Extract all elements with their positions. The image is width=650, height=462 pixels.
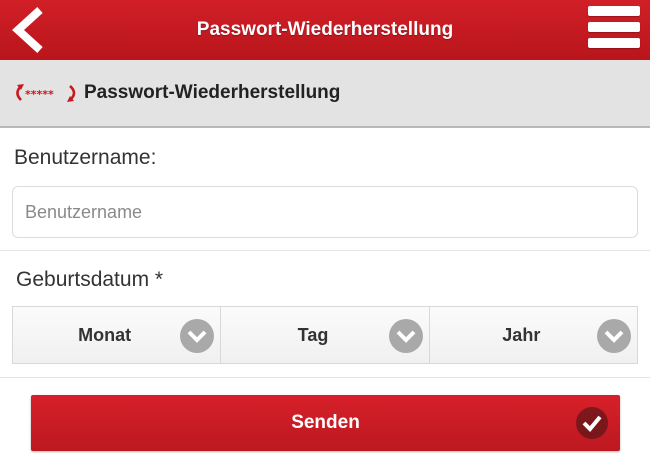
birthdate-label: Geburtsdatum * (16, 268, 164, 291)
check-icon (576, 407, 608, 439)
day-select[interactable]: Tag (220, 307, 429, 363)
send-button[interactable]: Senden (31, 395, 620, 451)
svg-text:*****: ***** (25, 88, 54, 101)
chevron-down-icon (596, 319, 631, 353)
send-button-label: Senden (291, 412, 360, 433)
section-header: ***** Passwort-Wiederherstellung (0, 60, 650, 128)
top-bar: Passwort-Wiederherstellung (0, 0, 650, 60)
divider (0, 250, 650, 251)
username-input[interactable] (12, 186, 638, 238)
password-reset-icon: ***** (16, 84, 76, 102)
username-label: Benutzername: (14, 146, 157, 169)
day-select-label: Tag (297, 324, 329, 345)
page-title: Passwort-Wiederherstellung (196, 19, 454, 40)
month-select[interactable]: Monat (13, 307, 221, 363)
chevron-down-icon (388, 319, 423, 353)
birthdate-selects: Monat Tag Jahr (12, 306, 638, 364)
menu-button[interactable] (588, 6, 640, 54)
section-title: Passwort-Wiederherstellung (84, 82, 341, 103)
hamburger-menu-icon (588, 6, 640, 16)
chevron-down-icon (180, 319, 215, 353)
back-button[interactable] (10, 6, 50, 54)
chevron-left-icon (12, 7, 43, 53)
divider (0, 377, 650, 378)
month-select-label: Monat (78, 324, 132, 345)
year-select[interactable]: Jahr (428, 307, 637, 363)
year-select-label: Jahr (502, 324, 541, 345)
